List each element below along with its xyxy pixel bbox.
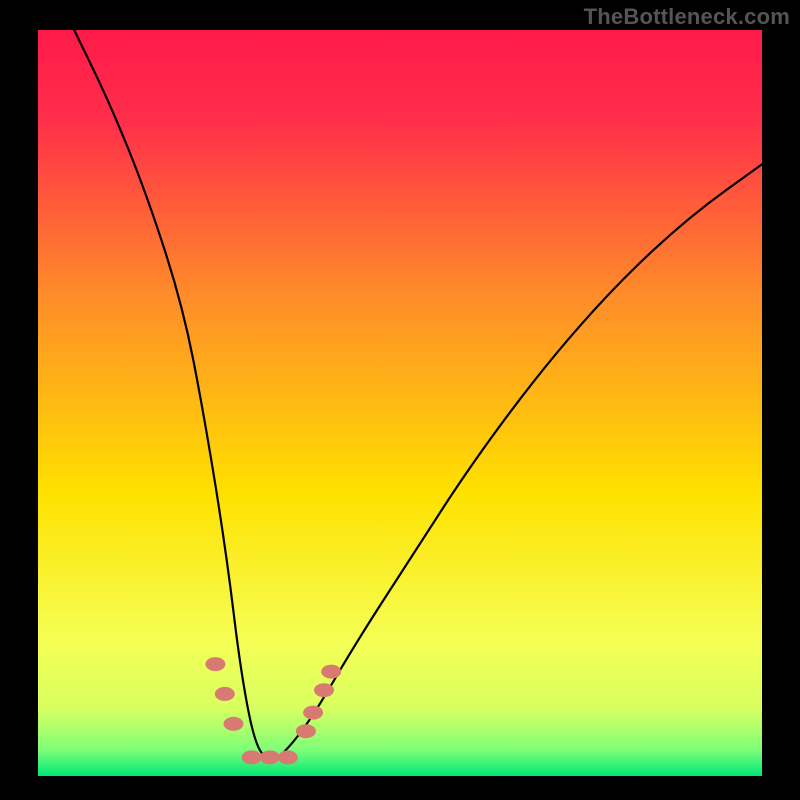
marker-dot (205, 657, 225, 671)
marker-dot (260, 750, 280, 764)
chart-svg (0, 0, 800, 800)
marker-dot (215, 687, 235, 701)
plot-background (38, 30, 762, 776)
marker-dot (242, 750, 262, 764)
marker-dot (278, 750, 298, 764)
watermark-text: TheBottleneck.com (584, 4, 790, 30)
marker-dot (224, 717, 244, 731)
chart-container: TheBottleneck.com (0, 0, 800, 800)
marker-dot (314, 683, 334, 697)
marker-dot (321, 665, 341, 679)
marker-dot (296, 724, 316, 738)
marker-dot (303, 706, 323, 720)
